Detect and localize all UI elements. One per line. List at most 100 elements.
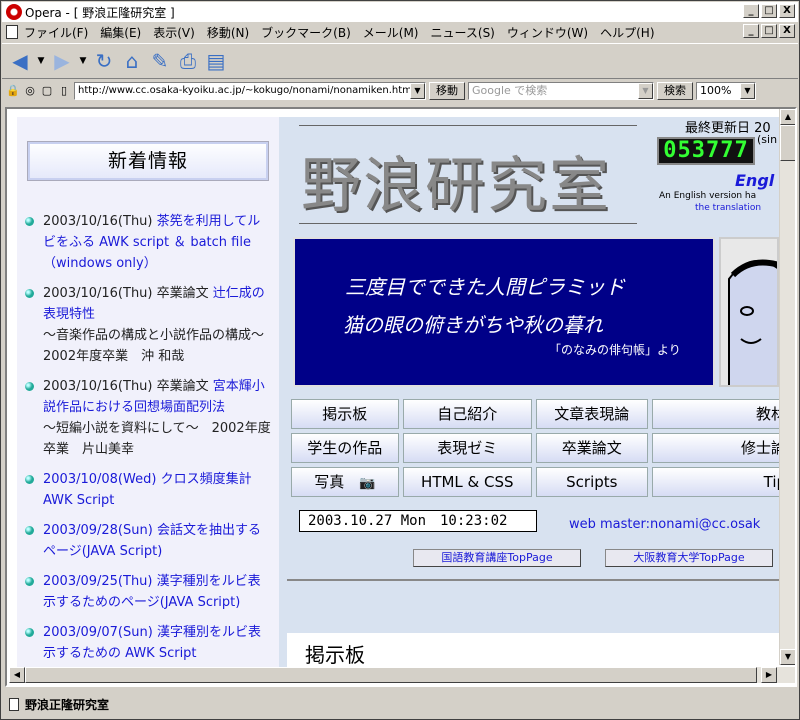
- menu-mail[interactable]: メール(M): [363, 24, 419, 41]
- haiku-line-2: 猫の眼の俯きがちや秋の暮れ: [343, 313, 603, 337]
- news-date[interactable]: 2003/09/28(Sun): [43, 523, 153, 538]
- news-date: 2003/10/16(Thu) 卒業論文: [43, 286, 209, 301]
- nav-profile[interactable]: 自己紹介: [402, 399, 533, 429]
- bullet-icon: [25, 217, 34, 226]
- translation-link[interactable]: the translation: [695, 203, 761, 213]
- nav-bbs[interactable]: 掲示板: [291, 399, 399, 429]
- vertical-scrollbar[interactable]: ▲ ▼: [779, 109, 795, 665]
- osaka-top-link[interactable]: 大阪教育大学TopPage: [605, 549, 773, 567]
- bullet-icon: [25, 289, 34, 298]
- nav-menu: 掲示板 自己紹介 文章表現論 教材 学生の作品 表現ゼミ 卒業論文 修士論 写真: [291, 399, 779, 501]
- camera-icon[interactable]: ◎: [23, 84, 37, 98]
- nav-html-css[interactable]: HTML & CSS: [402, 467, 533, 497]
- menu-bookmarks[interactable]: ブックマーク(B): [261, 24, 351, 41]
- news-item: 2003/10/16(Thu) 卒業論文 宮本輝小説作品における回想場面配列法 …: [23, 376, 271, 460]
- nav-photos[interactable]: 写真 📷: [291, 467, 399, 497]
- go-button[interactable]: 移動: [429, 82, 465, 100]
- opera-logo-icon: [6, 4, 22, 20]
- bullet-icon: [25, 382, 34, 391]
- menu-window[interactable]: ウィンドウ(W): [507, 24, 588, 41]
- title-bar: Opera - [ 野浪正隆研究室 ] _ □ X: [2, 2, 798, 22]
- horizontal-scrollbar[interactable]: ◀ ▶: [9, 667, 795, 683]
- camera-icon: 📷: [359, 476, 376, 491]
- clock-display: 2003.10.27 Mon 10:23:02: [299, 510, 537, 532]
- news-sidebar: 新着情報 2003/10/16(Thu) 茶筅を利用してルビをふる AWK sc…: [17, 117, 279, 673]
- print-icon[interactable]: ⎙: [176, 49, 200, 73]
- back-icon[interactable]: ◀: [8, 49, 32, 73]
- child-close-button[interactable]: X: [779, 24, 795, 38]
- toolbar: ◀ ▼ ▶ ▼ ↻ ⌂ ✎ ⎙ ▤: [2, 43, 798, 79]
- address-bar: 🔒 ◎ ▢ ▯ http://www.cc.osaka-kyoiku.ac.jp…: [2, 80, 798, 102]
- access-counter: 053777: [657, 137, 755, 165]
- scroll-down-icon[interactable]: ▼: [780, 649, 795, 665]
- maximize-button[interactable]: □: [761, 4, 777, 18]
- menu-edit[interactable]: 編集(E): [100, 24, 141, 41]
- menu-file[interactable]: ファイル(F): [24, 24, 88, 41]
- reload-icon[interactable]: ↻: [92, 49, 116, 73]
- close-button[interactable]: X: [779, 4, 795, 18]
- window-title: Opera - [ 野浪正隆研究室 ]: [25, 5, 175, 20]
- page-icon[interactable]: ▤: [204, 49, 228, 73]
- menu-navigate[interactable]: 移動(N): [207, 24, 249, 41]
- browser-window: Opera - [ 野浪正隆研究室 ] _ □ X ファイル(F) 編集(E) …: [0, 0, 800, 720]
- scroll-up-icon[interactable]: ▲: [780, 109, 795, 125]
- nav-writing-theory[interactable]: 文章表現論: [536, 399, 648, 429]
- url-input[interactable]: http://www.cc.osaka-kyoiku.ac.jp/~kokugo…: [74, 82, 426, 100]
- nav-tips[interactable]: Tip: [651, 467, 779, 497]
- page-icon: [9, 697, 19, 711]
- back-history-icon[interactable]: ▼: [36, 49, 46, 73]
- zoom-select[interactable]: 100% ▼: [696, 82, 756, 100]
- nav-materials[interactable]: 教材: [651, 399, 779, 429]
- nav-student-works[interactable]: 学生の作品: [291, 433, 399, 463]
- english-note: An English version ha: [659, 191, 757, 201]
- search-dropdown-icon[interactable]: ▼: [638, 83, 653, 99]
- news-item: 2003/10/16(Thu) 卒業論文 辻仁成の表現特性 〜音楽作品の構成と小…: [23, 283, 277, 367]
- news-date[interactable]: 2003/10/08(Wed): [43, 472, 156, 487]
- scroll-right-icon[interactable]: ▶: [761, 667, 777, 683]
- search-button[interactable]: 検索: [657, 82, 693, 100]
- kokugo-top-link[interactable]: 国語教育講座TopPage: [413, 549, 581, 567]
- english-link[interactable]: Engl: [735, 171, 774, 190]
- news-heading: 新着情報: [27, 141, 269, 181]
- menu-help[interactable]: ヘルプ(H): [600, 24, 654, 41]
- security-icon[interactable]: 🔒: [6, 84, 20, 98]
- forward-history-icon[interactable]: ▼: [78, 49, 88, 73]
- zoom-value: 100%: [700, 84, 732, 97]
- nav-photos-label: 写真: [314, 473, 345, 491]
- bullet-icon: [25, 475, 34, 484]
- nav-scripts[interactable]: Scripts: [536, 467, 648, 497]
- hotlist-icon[interactable]: ✎: [148, 49, 172, 73]
- zoom-dropdown-icon[interactable]: ▼: [740, 83, 755, 99]
- menu-view[interactable]: 表示(V): [153, 24, 195, 41]
- nav-seminar[interactable]: 表現ゼミ: [402, 433, 533, 463]
- page-info-icon[interactable]: ▯: [57, 84, 71, 98]
- news-date[interactable]: 2003/09/25(Thu): [43, 574, 153, 589]
- haiku-banner[interactable]: 三度目でできた人間ピラミッド 猫の眼の俯きがちや秋の暮れ 「のなみの俳句帳」より: [293, 237, 715, 387]
- news-item: 2003/09/07(Sun) 漢字種別をルビ表示するための AWK Scrip…: [23, 622, 271, 664]
- forward-icon[interactable]: ▶: [50, 49, 74, 73]
- news-item: 2003/09/28(Sun) 会話文を抽出するページ(JAVA Script): [23, 520, 271, 562]
- vertical-scroll-thumb[interactable]: [780, 125, 795, 161]
- nav-thesis[interactable]: 卒業論文: [536, 433, 648, 463]
- nav-master-thesis[interactable]: 修士論: [651, 433, 779, 463]
- bullet-icon: [25, 628, 34, 637]
- search-input[interactable]: Google で検索 ▼: [468, 82, 654, 100]
- url-dropdown-icon[interactable]: ▼: [410, 83, 425, 99]
- scroll-left-icon[interactable]: ◀: [9, 667, 25, 683]
- news-date[interactable]: 2003/09/07(Sun): [43, 625, 153, 640]
- child-minimize-button[interactable]: _: [743, 24, 759, 38]
- url-text: http://www.cc.osaka-kyoiku.ac.jp/~kokugo…: [78, 85, 415, 96]
- news-item: 2003/10/16(Thu) 茶筅を利用してルビをふる AWK script …: [23, 211, 271, 274]
- minimize-button[interactable]: _: [743, 4, 759, 18]
- notes-icon[interactable]: ▢: [40, 84, 54, 98]
- counter-suffix: (sin: [757, 133, 778, 146]
- horizontal-scroll-thumb[interactable]: [25, 667, 757, 683]
- section-divider: [287, 579, 779, 581]
- webmaster-link[interactable]: web master:nonami@cc.osak: [569, 517, 760, 532]
- child-restore-button[interactable]: □: [761, 24, 777, 38]
- home-icon[interactable]: ⌂: [120, 49, 144, 73]
- menu-news[interactable]: ニュース(S): [430, 24, 494, 41]
- status-bar: 野浪正隆研究室: [3, 691, 799, 717]
- news-list: 2003/10/16(Thu) 茶筅を利用してルビをふる AWK script …: [23, 211, 277, 673]
- news-date: 2003/10/16(Thu) 卒業論文: [43, 379, 209, 394]
